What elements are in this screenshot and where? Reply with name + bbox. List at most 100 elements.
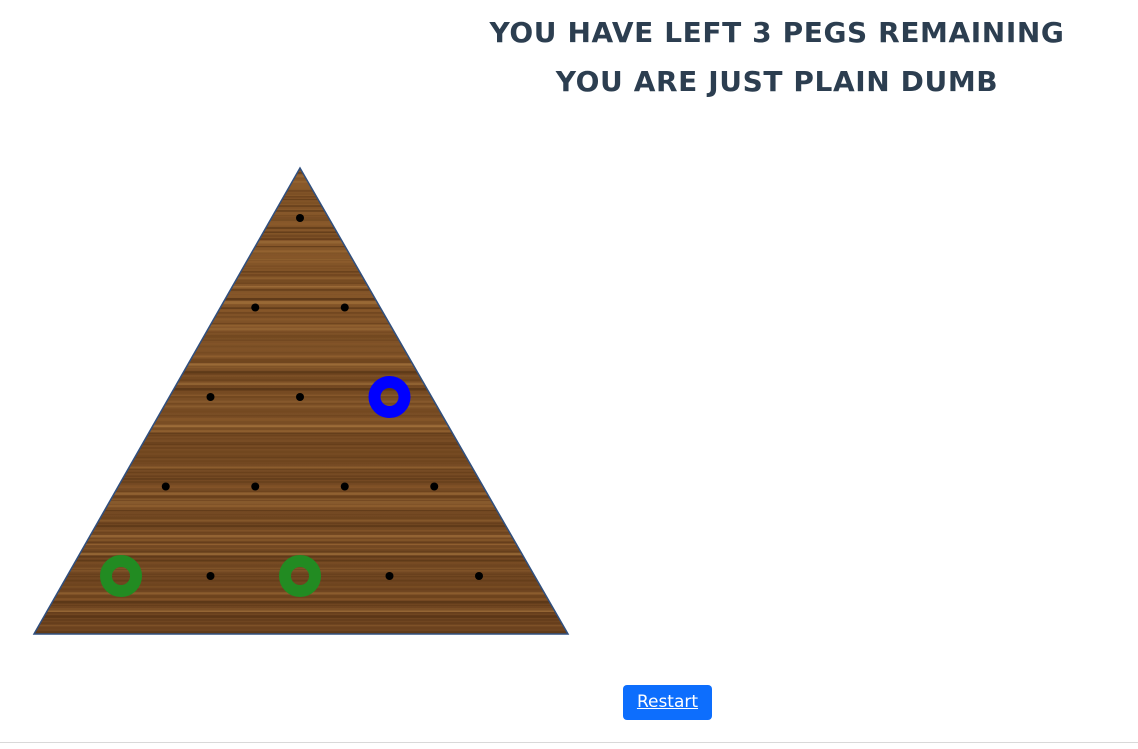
wood-grain-line [34,411,568,413]
wood-grain-line [34,456,568,459]
wood-grain-line [34,234,568,238]
wood-grain-line [34,433,568,435]
wood-grain-line [34,627,568,629]
wood-grain-line [34,186,568,189]
wood-grain-line [34,205,568,207]
hole-r5-c4[interactable] [385,572,394,580]
wood-grain-line [34,430,568,432]
wood-grain-line [34,573,568,575]
wood-grain-line [34,339,568,341]
hole-r4-c3[interactable] [340,482,349,491]
hole-r2-c2[interactable] [340,303,349,312]
wood-grain-line [34,541,568,543]
wood-grain-line [34,379,568,382]
restart-button[interactable]: Restart [623,685,712,720]
wood-grain-line [34,615,568,618]
wood-grain-line [34,192,568,196]
wood-grain-line [34,454,568,458]
wood-grain-line [34,318,568,321]
wood-grain-line [34,268,568,270]
wood-grain-line [34,462,568,465]
wood-grain-line [34,477,568,480]
wood-grain-line [34,567,568,570]
hole-r2-c1[interactable] [251,303,260,312]
wood-grain-line [34,610,568,612]
wood-grain-line [34,342,568,345]
wood-grain-line [34,570,568,572]
wood-grain-line [34,297,568,301]
bottom-divider [0,742,1138,743]
hole-r4-c2[interactable] [251,482,260,491]
wood-grain-line [34,358,568,362]
wood-grain-line [34,510,568,512]
wood-grain-line [34,327,568,331]
wood-grain-line [34,289,568,291]
wood-grain-line [34,438,568,440]
wood-grain-line [34,618,568,621]
wood-grain-line [34,178,568,180]
wood-grain-line [34,334,568,337]
wood-grain-line [34,352,568,354]
wood-grain-line [34,508,568,510]
wood-grain-line [34,312,568,314]
wood-grain-line [0,639,600,642]
wood-grain-line [34,175,568,177]
wood-grain-line [34,529,568,532]
wood-grain-line [34,345,568,348]
wood-grain-line [34,355,568,358]
hole-r4-c1[interactable] [161,482,170,491]
wood-grain-line [34,519,568,522]
wood-grain-line [34,189,568,192]
wood-grain-line [34,522,568,525]
wood-grain-line [34,480,568,484]
wood-grain-line [34,363,568,366]
wood-grain-line [34,181,568,183]
wood-grain-line [34,229,568,230]
peg-board[interactable] [0,0,600,660]
wood-grain-line [34,243,568,246]
wood-grain-line [34,460,568,462]
hole-r5-c2[interactable] [206,572,215,580]
wood-grain-line [34,307,568,309]
wood-grain-line [34,222,568,226]
wood-grain-line [34,207,568,209]
wood-grain-line [34,468,568,471]
wood-grain-line [34,256,568,259]
wood-grain-line [34,310,568,312]
wood-grain-line [34,301,568,305]
wood-grain-line [34,382,568,386]
wood-grain-line [34,450,568,454]
wood-grain-line [34,282,568,284]
hole-r3-c1[interactable] [206,393,215,401]
wood-grain-line [34,490,568,493]
wood-grain-line [34,387,568,391]
wood-grain-line [34,538,568,542]
hole-r5-c5[interactable] [475,572,483,580]
wood-grain-line [34,261,568,263]
wood-grain-line [34,420,568,422]
wood-grain-line [34,405,568,408]
wood-texture [0,168,600,642]
wood-grain-line [34,361,568,364]
hole-r3-c2[interactable] [296,393,304,401]
wood-grain-line [34,471,568,474]
wood-grain-line [34,366,568,369]
wood-grain-line [34,246,568,248]
hole-r1-c1[interactable] [296,214,304,222]
wood-grain-line [34,385,568,387]
wood-grain-line [34,576,568,578]
wood-grain-line [34,336,568,339]
wood-grain-line [34,525,568,528]
wood-grain-line [34,238,568,240]
wood-grain-line [34,231,568,234]
wood-grain-line [34,504,568,508]
wood-grain-line [34,372,568,375]
wood-grain-line [34,552,568,556]
wood-grain-line [34,417,568,421]
wood-grain-line [34,604,568,606]
wood-grain-line [34,294,568,298]
wood-grain-line [34,495,568,498]
wood-grain-line [34,435,568,437]
hole-r4-c4[interactable] [430,482,439,491]
wood-grain-line [34,303,568,305]
